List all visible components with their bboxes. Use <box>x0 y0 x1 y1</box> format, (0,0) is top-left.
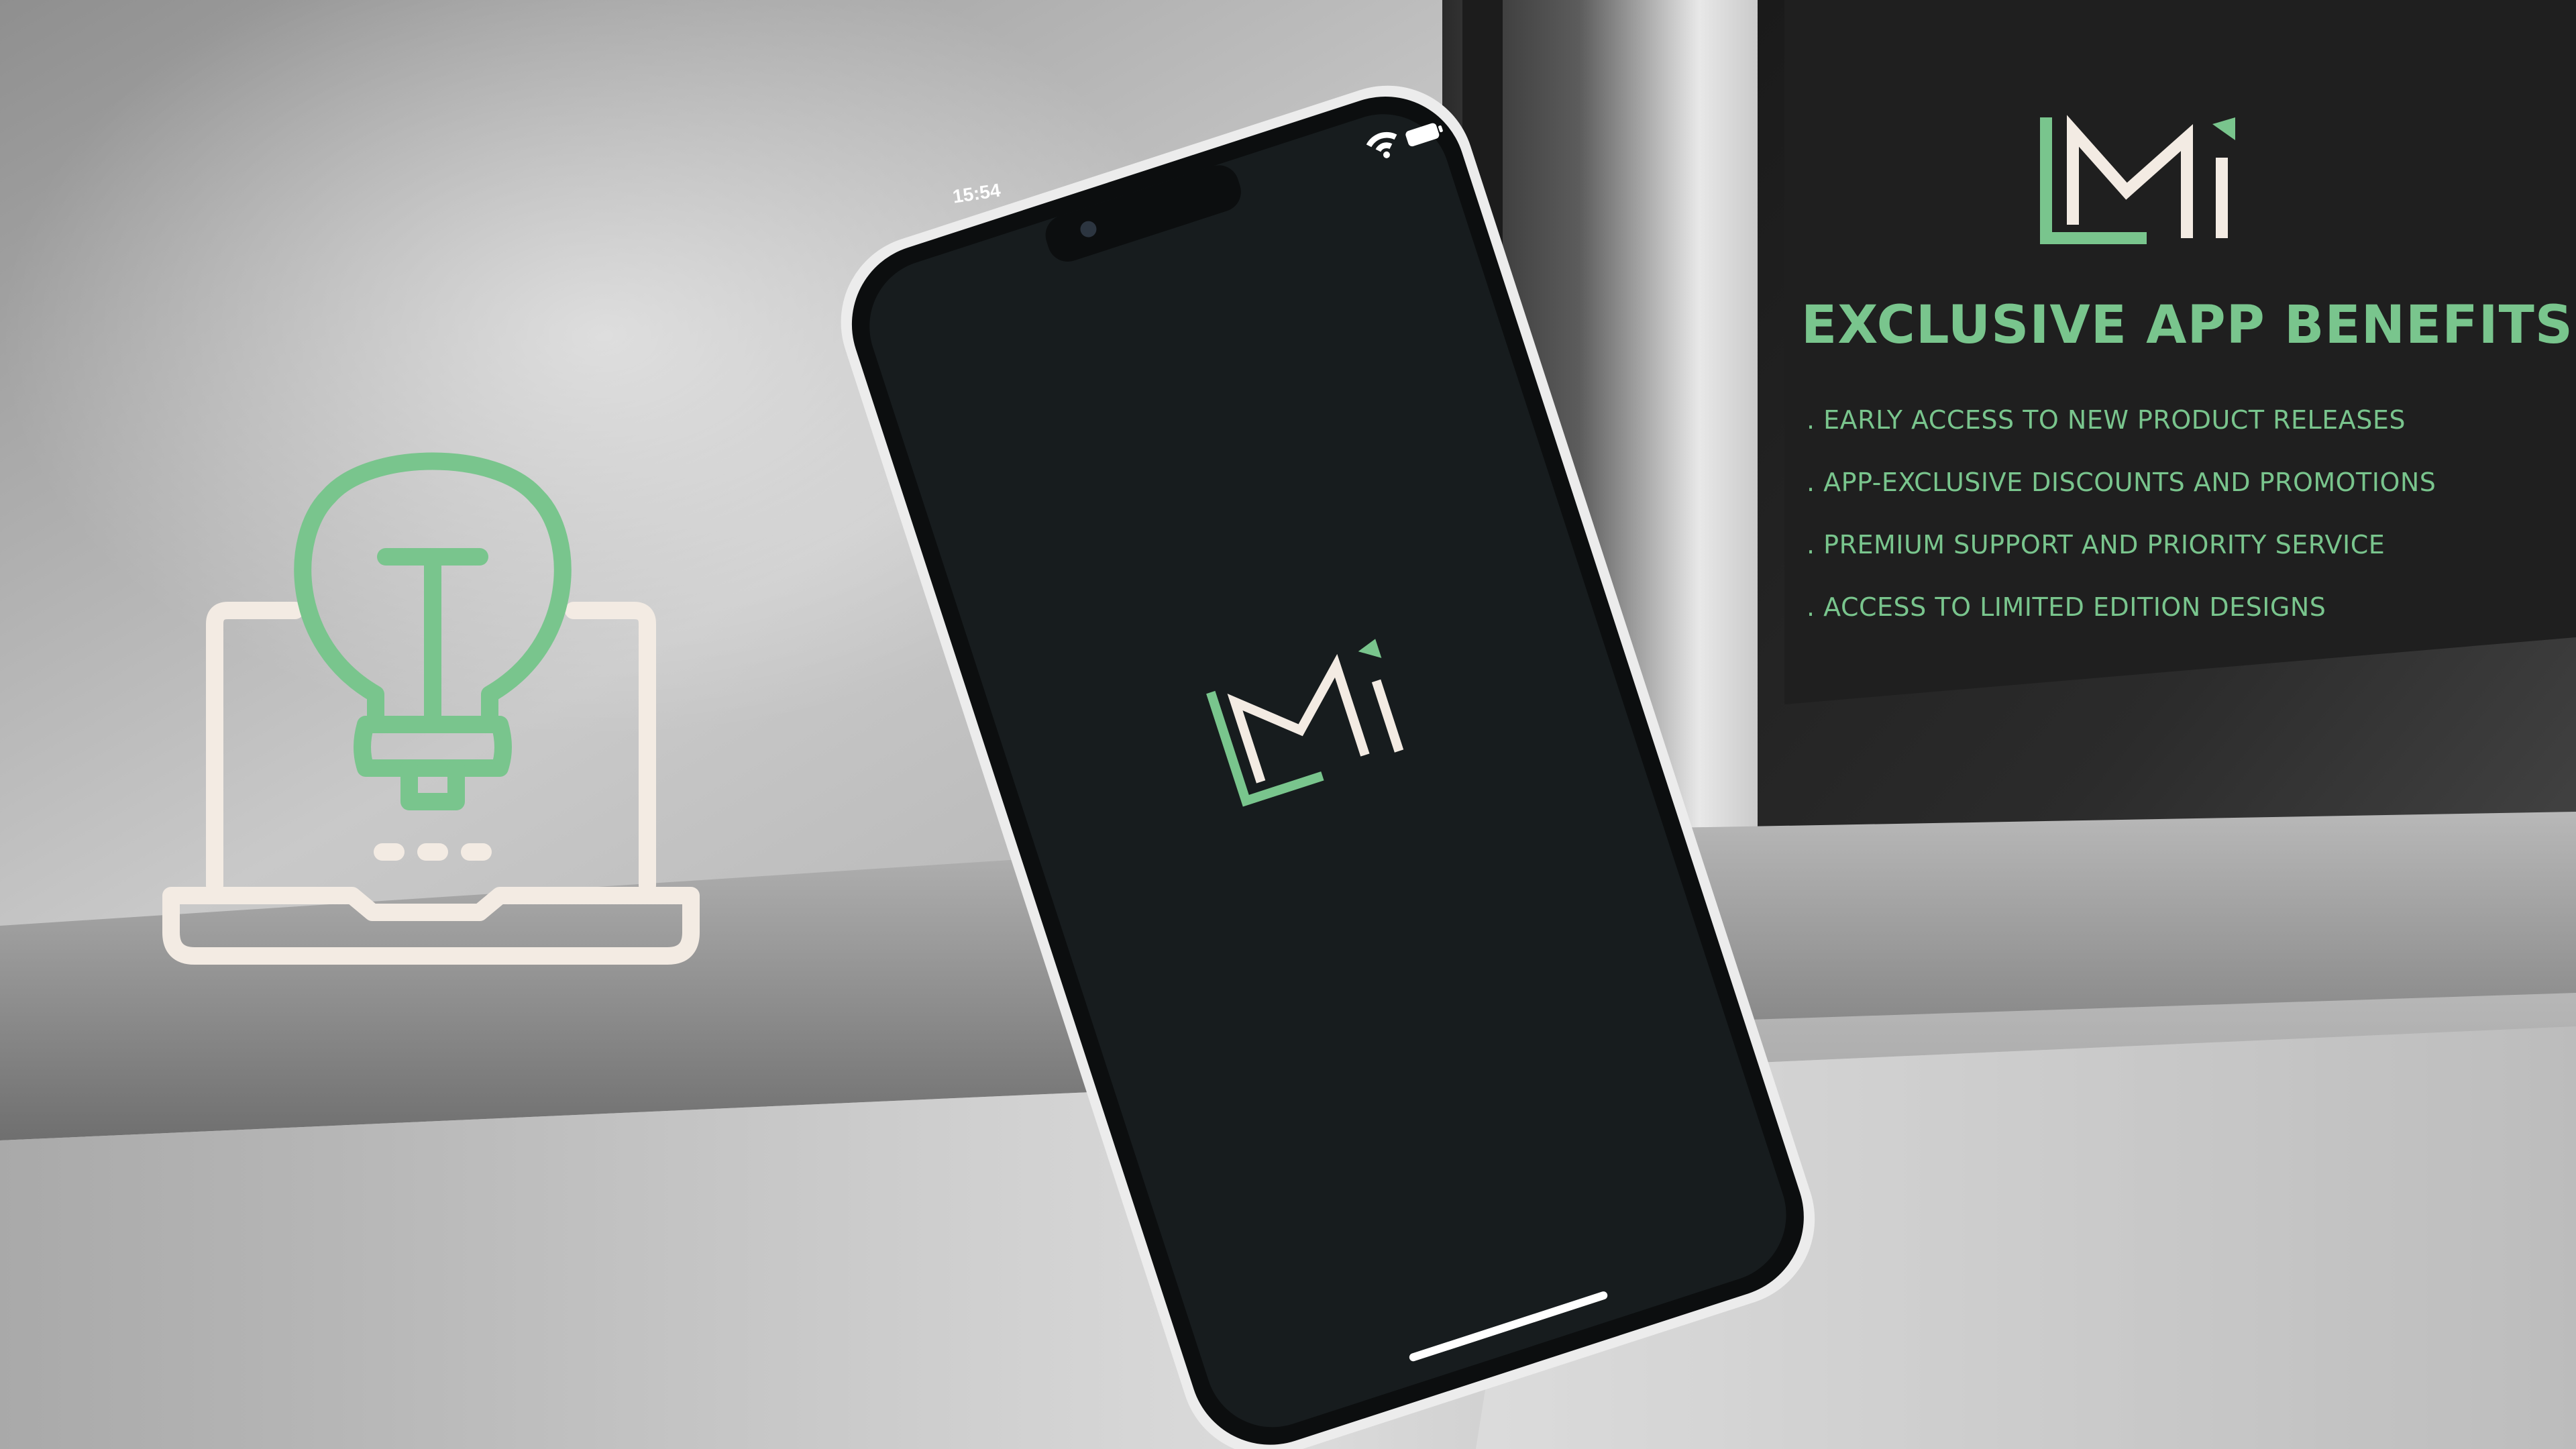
benefit-item: . PREMIUM SUPPORT AND PRIORITY SERVICE <box>1807 530 2385 559</box>
benefit-item: . EARLY ACCESS TO NEW PRODUCT RELEASES <box>1807 405 2406 435</box>
scene <box>0 0 2576 1449</box>
benefit-item: . APP-EXCLUSIVE DISCOUNTS AND PROMOTIONS <box>1807 468 2436 497</box>
benefit-list: . EARLY ACCESS TO NEW PRODUCT RELEASES .… <box>1807 404 2553 653</box>
benefits-panel: EXCLUSIVE APP BENEFITS . EARLY ACCESS TO… <box>1801 295 2573 653</box>
benefit-item: . ACCESS TO LIMITED EDITION DESIGNS <box>1807 592 2326 622</box>
benefits-title: EXCLUSIVE APP BENEFITS <box>1801 295 2573 356</box>
